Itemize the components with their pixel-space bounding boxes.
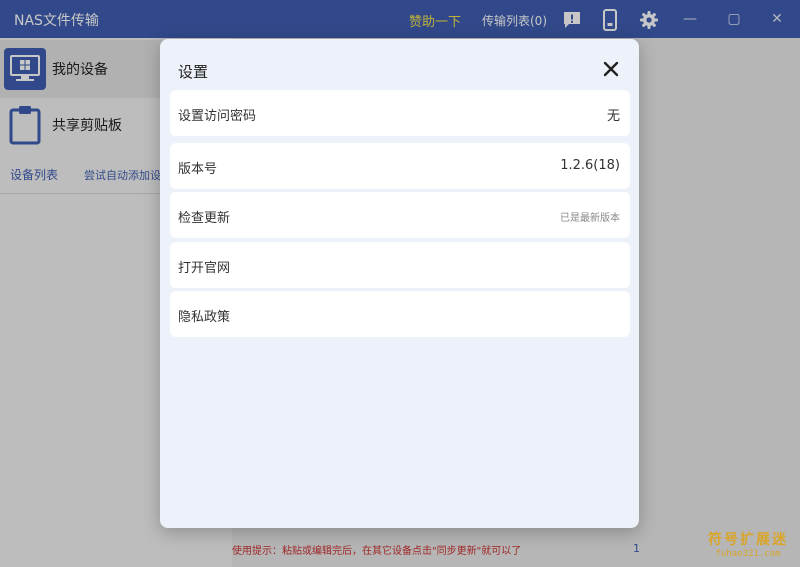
- watermark-url: fuhao321.com: [715, 549, 781, 559]
- setting-label: 设置访问密码: [178, 109, 257, 124]
- setting-label: 隐私政策: [178, 310, 231, 325]
- setting-row-version: 版本号 1.2.6(18): [170, 143, 630, 189]
- setting-row-privacy-policy[interactable]: 隐私政策: [170, 291, 630, 337]
- setting-label: 版本号: [178, 162, 218, 177]
- setting-value: 无: [606, 109, 620, 124]
- setting-row-check-update[interactable]: 检查更新 已是最新版本: [170, 192, 630, 238]
- close-icon[interactable]: [600, 58, 622, 80]
- site-watermark: 符号扩展迷 fuhao321.com: [700, 529, 796, 559]
- setting-label: 打开官网: [178, 261, 231, 276]
- setting-row-open-website[interactable]: 打开官网: [170, 242, 630, 288]
- settings-dialog: 设置 设置访问密码 无 版本号 1.2.6(18) 检查更新 已是最新版本 打开…: [160, 39, 639, 528]
- setting-value: 1.2.6(18): [560, 158, 620, 173]
- setting-row-access-password[interactable]: 设置访问密码 无: [170, 90, 630, 136]
- setting-value: 已是最新版本: [560, 213, 620, 224]
- watermark-text: 符号扩展迷: [708, 532, 788, 548]
- dialog-title: 设置: [178, 63, 209, 81]
- setting-label: 检查更新: [178, 211, 231, 226]
